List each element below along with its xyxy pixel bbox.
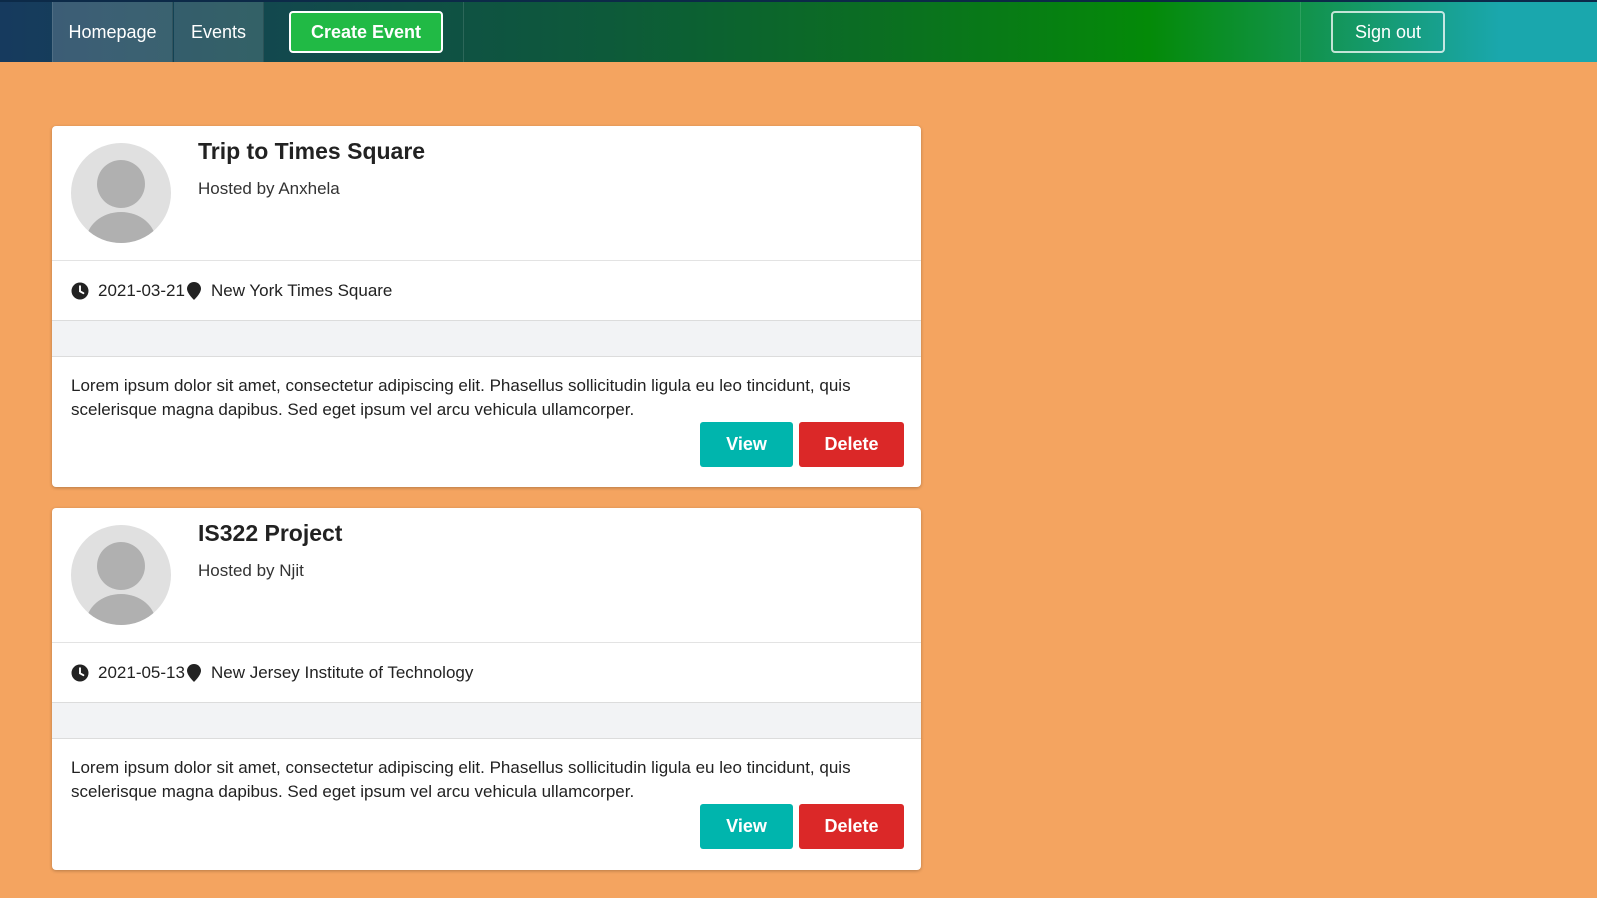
event-card-header: Trip to Times Square Hosted by Anxhela [52, 126, 921, 261]
event-actions: View Delete [700, 422, 904, 467]
delete-event-button[interactable]: Delete [799, 422, 904, 467]
clock-icon [71, 282, 89, 299]
event-location: New York Times Square [210, 280, 393, 300]
view-event-button[interactable]: View [700, 804, 793, 849]
event-card-divider-band [52, 321, 921, 357]
event-host: Hosted by Njit [198, 561, 304, 580]
event-title: Trip to Times Square [198, 138, 426, 164]
nav-events-link[interactable]: Events [174, 2, 264, 62]
event-title: IS322 Project [198, 520, 343, 546]
avatar-head [97, 160, 145, 208]
event-card-divider-band [52, 703, 921, 739]
view-event-button[interactable]: View [700, 422, 793, 467]
event-card-body: Lorem ipsum dolor sit amet, consectetur … [52, 739, 921, 868]
create-event-button[interactable]: Create Event [289, 11, 443, 53]
event-description: Lorem ipsum dolor sit amet, consectetur … [71, 758, 851, 801]
event-actions: View Delete [700, 804, 904, 849]
nav-homepage-link[interactable]: Homepage [52, 2, 173, 62]
avatar [71, 525, 171, 625]
map-marker-icon [186, 281, 201, 300]
avatar-body [86, 594, 156, 625]
event-host: Hosted by Anxhela [198, 179, 340, 198]
avatar-head [97, 542, 145, 590]
event-meta: 2021-03-21 New York Times Square [52, 261, 921, 321]
clock-icon [71, 664, 89, 681]
event-meta: 2021-05-13 New Jersey Institute of Techn… [52, 643, 921, 703]
delete-event-button[interactable]: Delete [799, 804, 904, 849]
event-card-body: Lorem ipsum dolor sit amet, consectetur … [52, 357, 921, 486]
event-card-header: IS322 Project Hosted by Njit [52, 508, 921, 643]
sign-out-button[interactable]: Sign out [1331, 11, 1445, 53]
avatar [71, 143, 171, 243]
nav-divider [463, 2, 464, 62]
event-description: Lorem ipsum dolor sit amet, consectetur … [71, 376, 851, 419]
avatar-body [86, 212, 156, 243]
map-marker-icon [186, 663, 201, 682]
event-date: 2021-03-21 [98, 280, 185, 300]
event-date: 2021-05-13 [98, 662, 185, 682]
event-card: Trip to Times Square Hosted by Anxhela 2… [52, 126, 921, 487]
top-navigation-bar: Homepage Events Create Event Sign out [0, 0, 1597, 62]
nav-divider [1300, 2, 1301, 62]
event-card: IS322 Project Hosted by Njit 2021-05-13 … [52, 508, 921, 870]
event-location: New Jersey Institute of Technology [210, 662, 474, 682]
